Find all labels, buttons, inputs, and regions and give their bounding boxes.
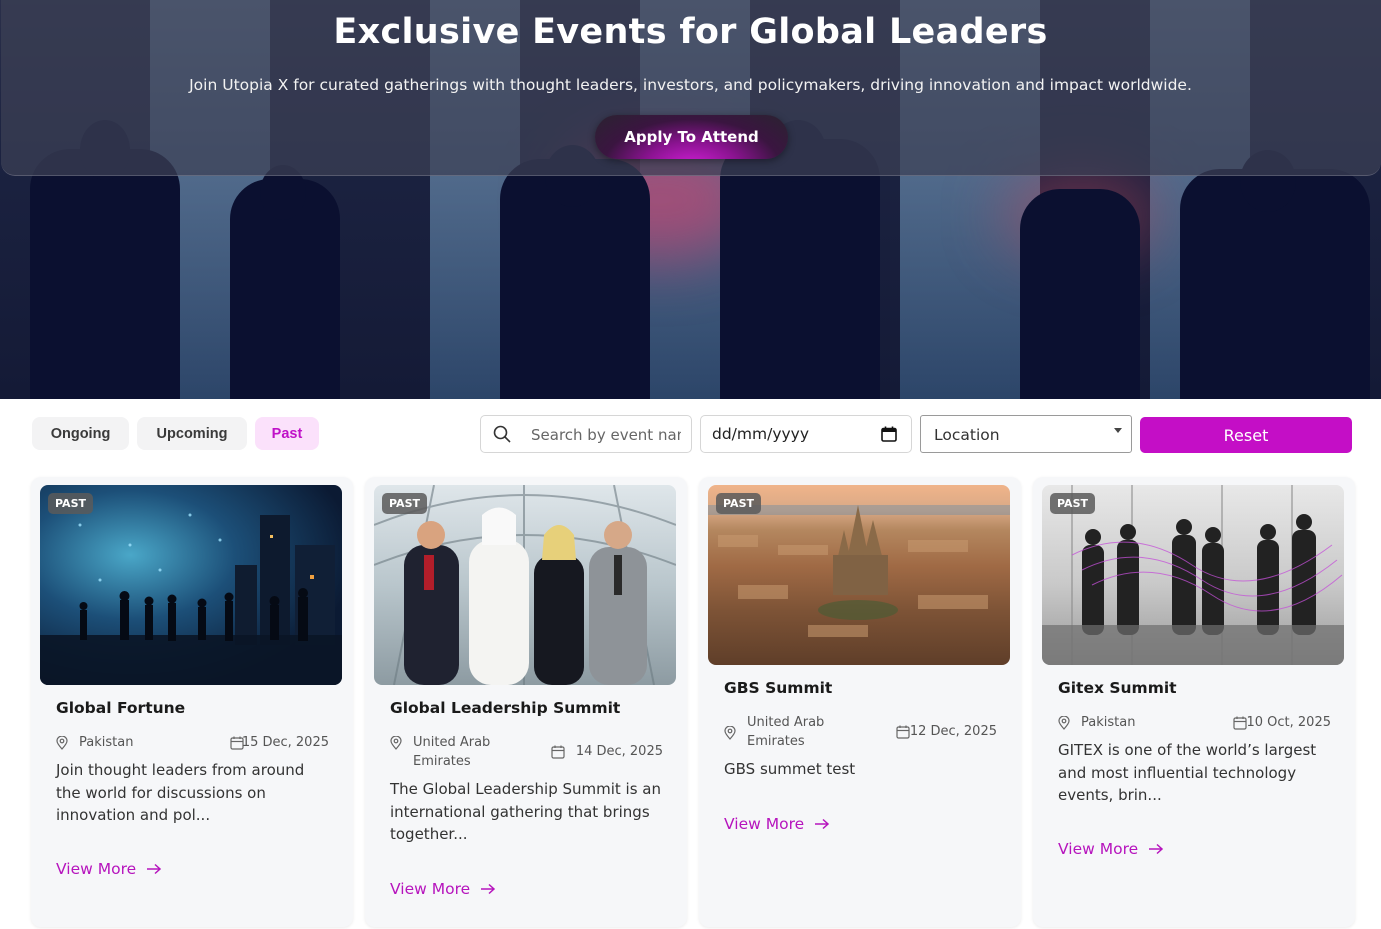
event-meta: United Arab Emirates 14 Dec, 2025 — [390, 733, 663, 773]
tab-past[interactable]: Past — [255, 417, 319, 450]
date-input-value: dd/mm/yyyy — [712, 425, 810, 443]
event-title: GBS Summit — [724, 679, 833, 697]
search-input[interactable] — [531, 424, 681, 446]
event-date: 14 Dec, 2025 — [575, 744, 663, 759]
location-pin-icon — [390, 736, 402, 750]
event-location: Pakistan — [79, 735, 134, 750]
date-field[interactable]: dd/mm/yyyy — [700, 415, 912, 453]
apply-to-attend-button[interactable]: Apply To Attend — [595, 115, 788, 159]
arrow-right-icon — [147, 863, 162, 875]
event-description: GITEX is one of the world’s largest and … — [1058, 741, 1317, 804]
reset-button[interactable]: Reset — [1140, 417, 1352, 453]
event-card[interactable]: PAST Gitex Summit Pakistan 10 Oct, 2025 … — [1033, 477, 1355, 927]
calendar-icon — [896, 725, 910, 739]
arrow-right-icon — [815, 818, 830, 830]
view-more-link[interactable]: View More — [56, 860, 162, 878]
view-more-link[interactable]: View More — [724, 815, 830, 833]
location-pin-icon — [724, 726, 736, 740]
location-select[interactable]: Location — [920, 415, 1132, 453]
event-title: Gitex Summit — [1058, 679, 1177, 697]
event-description: Join thought leaders from around the wor… — [56, 761, 305, 824]
calendar-icon — [551, 745, 565, 759]
event-date: 12 Dec, 2025 — [909, 724, 997, 739]
event-image: PAST — [708, 485, 1010, 665]
view-more-label: View More — [56, 860, 137, 878]
hero-banner: Exclusive Events for Global Leaders Join… — [0, 0, 1381, 399]
event-card[interactable]: PAST Global Leadership Summit United Ara… — [365, 477, 687, 927]
arrow-right-icon — [1149, 843, 1164, 855]
event-card[interactable]: PAST GBS Summit United Arab Emirates 12 … — [699, 477, 1021, 927]
event-date: 15 Dec, 2025 — [241, 735, 329, 750]
status-badge: PAST — [1050, 493, 1095, 514]
tab-upcoming[interactable]: Upcoming — [137, 417, 247, 450]
location-pin-icon — [1058, 716, 1070, 730]
event-date: 10 Oct, 2025 — [1246, 715, 1332, 730]
tab-ongoing[interactable]: Ongoing — [32, 417, 129, 450]
view-more-link[interactable]: View More — [390, 880, 496, 898]
search-icon — [493, 425, 511, 443]
view-more-link[interactable]: View More — [1058, 840, 1164, 858]
event-location: United Arab Emirates — [413, 735, 491, 769]
status-badge: PAST — [382, 493, 427, 514]
event-location: Pakistan — [1081, 715, 1136, 730]
hero-title: Exclusive Events for Global Leaders — [333, 12, 1048, 52]
event-title: Global Fortune — [56, 699, 186, 717]
calendar-icon[interactable] — [881, 426, 897, 442]
search-field[interactable] — [480, 415, 692, 453]
chevron-down-icon — [1114, 428, 1122, 433]
event-image: PAST — [374, 485, 676, 685]
event-meta: Pakistan 10 Oct, 2025 — [1058, 713, 1331, 733]
view-more-label: View More — [724, 815, 805, 833]
location-pin-icon — [56, 736, 68, 750]
event-title: Global Leadership Summit — [390, 699, 621, 717]
view-more-label: View More — [1058, 840, 1139, 858]
arrow-right-icon — [481, 883, 496, 895]
event-meta: Pakistan 15 Dec, 2025 — [56, 733, 329, 753]
status-badge: PAST — [716, 493, 761, 514]
hero-subtitle: Join Utopia X for curated gatherings wit… — [189, 76, 1192, 94]
location-select-value: Location — [934, 426, 1000, 444]
event-card[interactable]: PAST Global Fortune Pakistan 15 Dec, 202… — [31, 477, 353, 927]
event-description: GBS summet test — [724, 760, 856, 778]
view-more-label: View More — [390, 880, 471, 898]
event-image: PAST — [40, 485, 342, 685]
event-meta: United Arab Emirates 12 Dec, 2025 — [724, 713, 997, 753]
status-badge: PAST — [48, 493, 93, 514]
calendar-icon — [1233, 716, 1247, 730]
event-location: United Arab Emirates — [747, 715, 825, 749]
event-image: PAST — [1042, 485, 1344, 665]
event-description: The Global Leadership Summit is an inter… — [390, 780, 662, 843]
